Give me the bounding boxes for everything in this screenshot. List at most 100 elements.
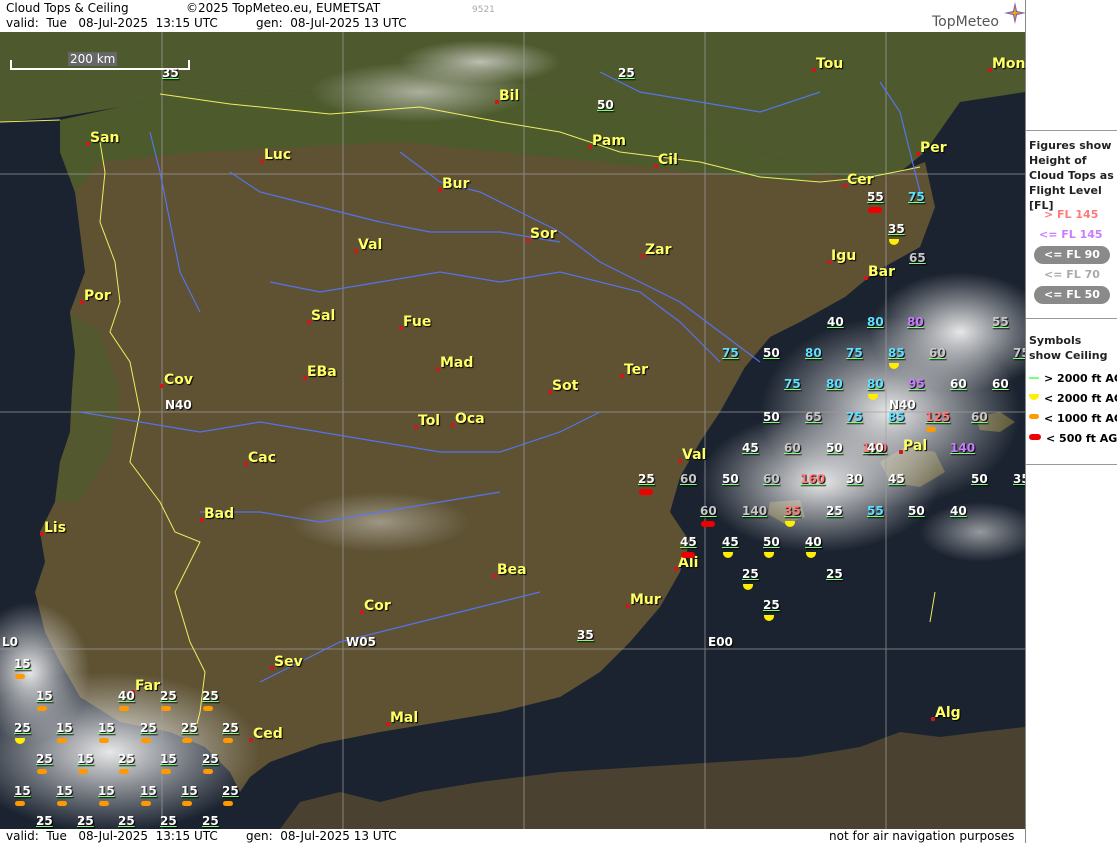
legend-fl-below-145: <= FL 145: [1039, 228, 1103, 241]
flight-level-label: 25: [181, 721, 198, 735]
flight-level-label: 15: [56, 784, 73, 798]
flight-level-label: 25: [118, 752, 135, 766]
footer-generation-time: gen: 08-Jul-2025 13 UTC: [246, 829, 397, 843]
flight-level-label: 75: [722, 346, 739, 360]
city-label: Cil: [658, 152, 678, 168]
flight-level-label: 60: [784, 441, 801, 455]
flight-level-label: 15: [56, 721, 73, 735]
flight-level-label: 40: [118, 689, 135, 703]
flight-level-label: 45: [680, 535, 697, 549]
ceiling-symbol: [182, 738, 192, 743]
legend-figures-title: Figures show Height of Cloud Tops as Fli…: [1029, 139, 1114, 212]
city-label: Bur: [442, 176, 470, 192]
city-label: Sor: [530, 226, 557, 242]
city-label: Tou: [816, 56, 844, 72]
flight-level-label: 35: [1013, 472, 1025, 486]
legend-panel: Figures show Height of Cloud Tops as Fli…: [1025, 0, 1117, 843]
flight-level-label: 15: [140, 784, 157, 798]
flight-level-label: 140: [742, 504, 768, 518]
flight-level-label: 40: [867, 441, 884, 455]
header-bar: Cloud Tops & Ceiling ©2025 TopMeteo.eu, …: [0, 0, 1026, 32]
flight-level-label: 160: [800, 472, 826, 486]
flight-level-label: 15: [36, 689, 53, 703]
flight-level-label: 40: [805, 535, 822, 549]
flight-level-label: 50: [597, 98, 614, 112]
legend-sym-below-1000: < 1000 ft AGL: [1044, 412, 1117, 425]
flight-level-label: 35: [162, 66, 179, 80]
flight-level-label: 80: [805, 346, 822, 360]
footer-valid-time: valid: Tue 08-Jul-2025 13:15 UTC: [6, 829, 218, 843]
flight-level-label: 75: [846, 346, 863, 360]
flight-level-label: 50: [763, 535, 780, 549]
flight-level-label: 75: [1013, 346, 1025, 360]
flight-level-label: 15: [181, 784, 198, 798]
ceiling-symbol: [37, 706, 47, 711]
ceiling-symbol: [15, 674, 25, 679]
city-label: Bar: [868, 264, 896, 280]
city-label: Val: [358, 237, 383, 253]
flight-level-label: 55: [867, 190, 884, 204]
flight-level-label: 50: [763, 410, 780, 424]
flight-level-label: 60: [950, 377, 967, 391]
legend-sym-green-icon: [1029, 377, 1039, 379]
flight-level-label: 60: [680, 472, 697, 486]
flight-level-label: 60: [992, 377, 1009, 391]
map-background: [0, 32, 1025, 829]
flight-level-label: 15: [77, 752, 94, 766]
legend-pill-fl70: <= FL 70: [1034, 266, 1110, 284]
legend-sym-below-2000: < 2000 ft AGL: [1044, 392, 1117, 405]
city-label: Oca: [455, 411, 485, 427]
city-label: Per: [920, 140, 947, 156]
ceiling-symbol: [141, 738, 151, 743]
footer-bar: valid: Tue 08-Jul-2025 13:15 UTC gen: 08…: [0, 829, 1025, 843]
grid-label-l0: L0: [2, 635, 18, 649]
satellite-map[interactable]: 200 km N40 N40 W05 E00 L0 San Luc Bil Pam Ci…: [0, 32, 1025, 829]
flight-level-label: 25: [77, 814, 94, 828]
ceiling-symbol: [57, 801, 67, 806]
flight-level-label: 25: [222, 784, 239, 798]
flight-level-label: 60: [929, 346, 946, 360]
copyright-text: ©2025 TopMeteo.eu, EUMETSAT: [186, 1, 381, 15]
flight-level-label: 55: [867, 504, 884, 518]
legend-pill-fl90: <= FL 90: [1034, 246, 1110, 264]
scale-label: 200 km: [68, 52, 118, 66]
city-label: Pam: [592, 133, 626, 149]
legend-pill-fl50: <= FL 50: [1034, 286, 1110, 304]
city-label: Fue: [403, 314, 432, 330]
ceiling-symbol: [161, 706, 171, 711]
city-label: Far: [135, 678, 161, 694]
city-label: Mur: [630, 592, 661, 608]
flight-level-label: 65: [909, 251, 926, 265]
valid-time: valid: Tue 08-Jul-2025 13:15 UTC: [6, 16, 218, 30]
city-label: Cer: [847, 172, 874, 188]
flight-level-label: 25: [36, 814, 53, 828]
flight-level-label: 25: [826, 504, 843, 518]
ceiling-symbol: [681, 552, 695, 558]
flight-level-label: 25: [118, 814, 135, 828]
disclaimer-text: not for air navigation purposes: [829, 829, 1015, 843]
flight-level-label: 25: [222, 721, 239, 735]
legend-sym-orange-icon: [1029, 414, 1039, 419]
flight-level-label: 85: [888, 410, 905, 424]
city-label: Ced: [253, 726, 283, 742]
flight-level-label: 50: [971, 472, 988, 486]
ceiling-symbol: [141, 801, 151, 806]
ceiling-symbol: [78, 769, 88, 774]
city-label: Zar: [645, 242, 672, 258]
product-code: 9521: [472, 5, 495, 15]
ceiling-symbol: [203, 706, 213, 711]
flight-level-label: 25: [160, 689, 177, 703]
flight-level-label: 15: [14, 657, 31, 671]
ceiling-symbol: [926, 427, 936, 432]
city-label: Tol: [418, 413, 441, 429]
city-label: Por: [84, 288, 111, 304]
city-label: Val: [682, 447, 707, 463]
flight-level-label: 50: [908, 504, 925, 518]
product-title: Cloud Tops & Ceiling: [6, 1, 129, 15]
city-label: Bad: [204, 506, 235, 522]
flight-level-label: 15: [98, 784, 115, 798]
grid-label-n40: N40: [165, 398, 192, 412]
flight-level-label: 35: [784, 504, 801, 518]
generation-time: gen: 08-Jul-2025 13 UTC: [256, 16, 407, 30]
flight-level-label: 45: [888, 472, 905, 486]
